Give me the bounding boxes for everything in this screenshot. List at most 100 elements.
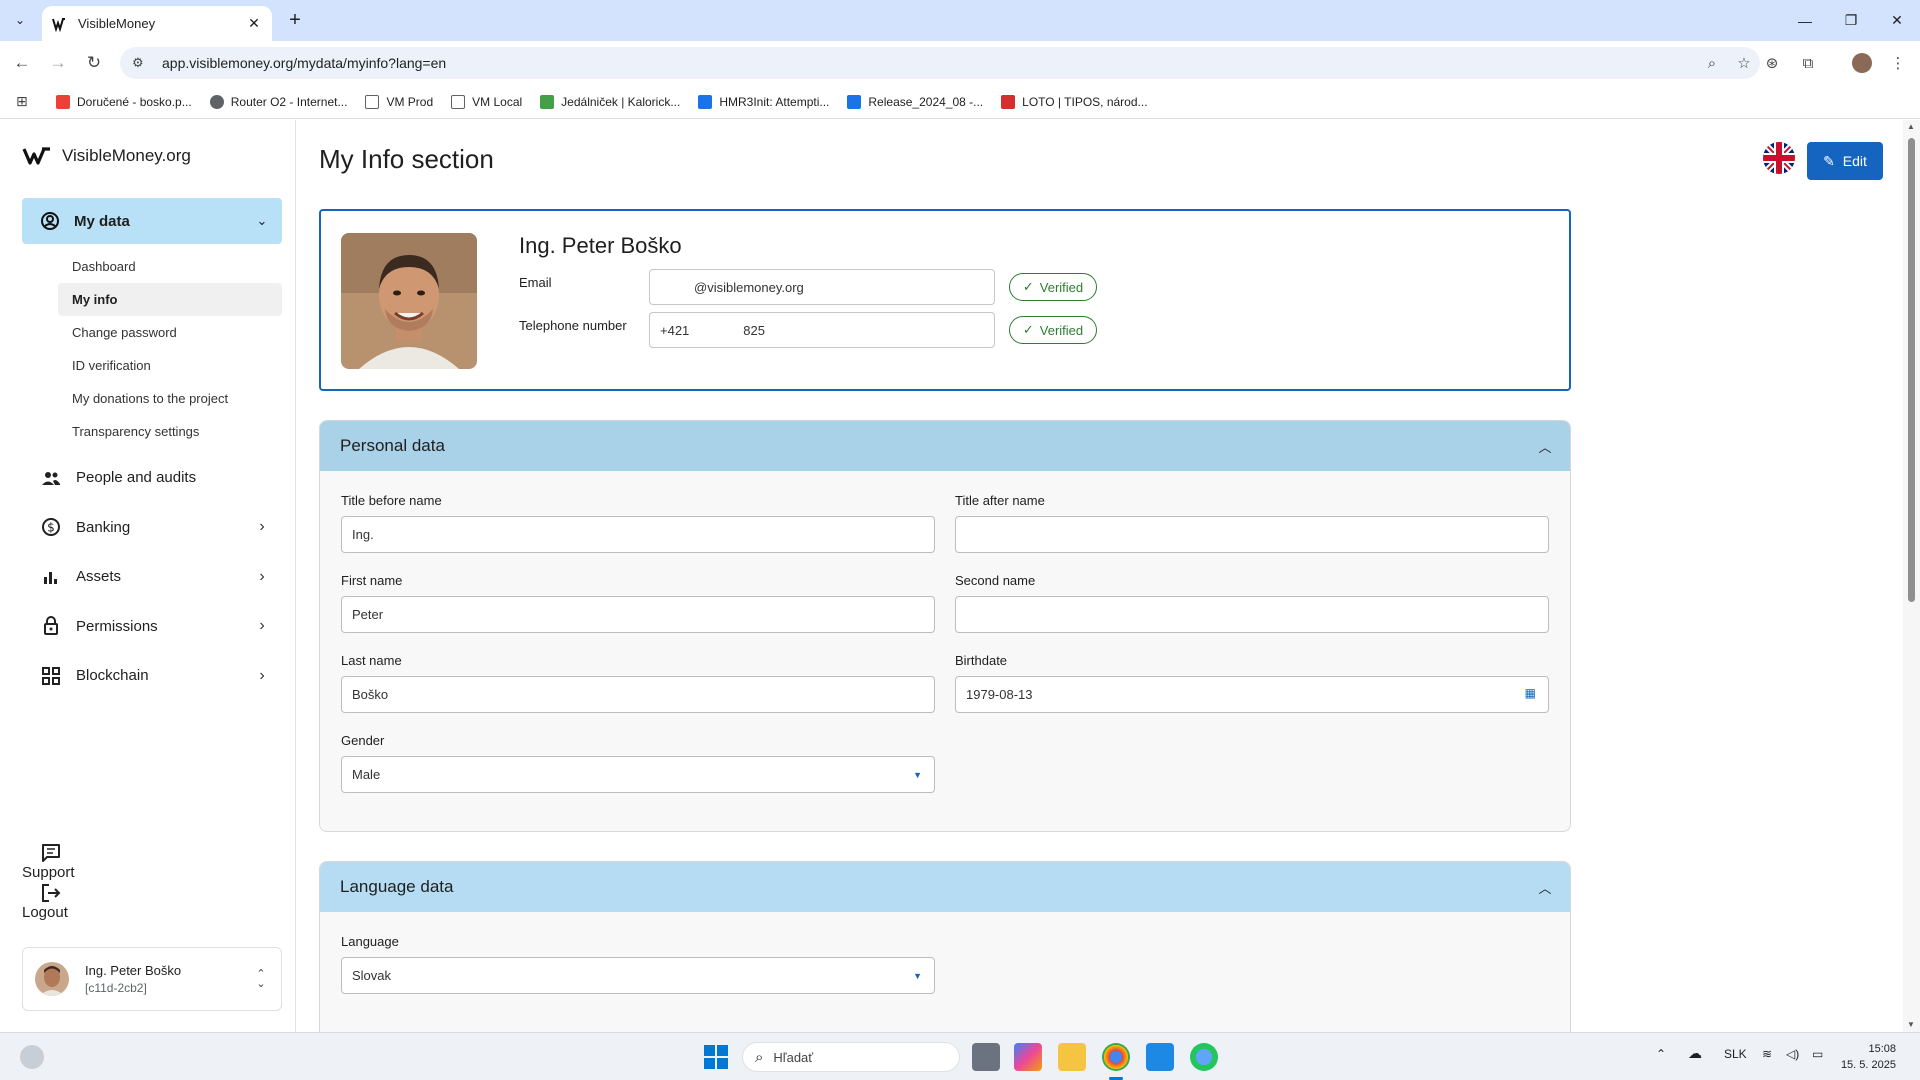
gender-label: Gender [341, 733, 385, 748]
task-view-icon[interactable] [972, 1043, 1000, 1071]
email-field[interactable]: @visiblemoney.org [649, 269, 995, 305]
nav-support[interactable]: Support [22, 842, 282, 882]
forward-arrow-icon[interactable]: → [46, 51, 70, 75]
scrollbar-thumb[interactable] [1908, 138, 1915, 602]
extension-icon[interactable]: ⊛ [1760, 51, 1784, 75]
browser-menu-icon[interactable]: ⋮ [1886, 51, 1910, 75]
file-explorer-icon[interactable] [1058, 1043, 1086, 1071]
first-name-input[interactable]: Peter [341, 596, 935, 633]
browser-tab[interactable]: VisibleMoney ✕ [42, 6, 272, 41]
birthdate-input[interactable]: 1979-08-13 ▦ [955, 676, 1549, 713]
minimize-icon[interactable]: — [1782, 0, 1828, 41]
email-label: Email [519, 275, 552, 290]
scroll-up-arrow-icon[interactable]: ▲ [1907, 122, 1915, 131]
gender-select[interactable]: Male ▼ [341, 756, 935, 793]
subnav-my-donations[interactable]: My donations to the project [58, 382, 282, 415]
bookmark-item[interactable]: Doručené - bosko.p... [56, 94, 192, 109]
language-data-title: Language data [340, 877, 454, 896]
bookmark-item[interactable]: Router O2 - Internet... [209, 94, 347, 109]
apps-grid-icon[interactable]: ⊞ [16, 93, 36, 110]
bookmark-item[interactable]: HMR3Init: Attempti... [698, 94, 829, 109]
subnav-my-info[interactable]: My info [58, 283, 282, 316]
windows-start-icon[interactable] [704, 1045, 728, 1069]
nav-blockchain[interactable]: Blockchain › [22, 651, 282, 701]
extensions-puzzle-icon[interactable]: ⧉ [1796, 51, 1820, 75]
bookmarks-bar: ⊞ Doručené - bosko.p... Router O2 - Inte… [0, 85, 1920, 119]
second-name-input[interactable] [955, 596, 1549, 633]
chevron-up-icon[interactable]: ︿ [1520, 878, 1570, 897]
weather-widget-icon[interactable] [20, 1045, 44, 1069]
visiblemoney-favicon-icon [52, 17, 65, 32]
title-before-label: Title before name [341, 493, 442, 508]
title-after-input[interactable] [955, 516, 1549, 553]
bookmark-star-icon[interactable]: ☆ [1728, 54, 1760, 72]
nav-banking[interactable]: $ Banking › [22, 503, 282, 553]
chrome-icon[interactable] [1102, 1043, 1130, 1071]
subnav-id-verification[interactable]: ID verification [58, 349, 282, 382]
browser-toolbar: ← → ↻ ⚙ app.visiblemoney.org/mydata/myin… [0, 41, 1920, 85]
chevron-right-icon: › [259, 617, 265, 635]
dropdown-arrow-icon: ▼ [913, 770, 922, 780]
user-switcher[interactable]: Ing. Peter Boško [c11d-2cb2] ⌃ ⌄ [22, 947, 282, 1011]
brand[interactable]: VisibleMoney.org [22, 146, 191, 166]
window-close-icon[interactable]: ✕ [1874, 0, 1920, 41]
language-select[interactable]: Slovak ▼ [341, 957, 935, 994]
page-scrollbar[interactable]: ▲ ▼ [1903, 120, 1920, 1032]
telephone-field[interactable]: +421 825 [649, 312, 995, 348]
uk-flag-language-icon[interactable] [1763, 142, 1795, 174]
tab-close-icon[interactable]: ✕ [246, 15, 262, 32]
email-verified-badge: ✓ Verified [1009, 273, 1097, 301]
keyboard-language[interactable]: SLK [1724, 1047, 1747, 1061]
avatar [35, 962, 69, 996]
bookmark-item[interactable]: Release_2024_08 -... [847, 94, 983, 109]
bookmark-item[interactable]: LOTO | TIPOS, národ... [1001, 94, 1148, 109]
copilot-icon[interactable] [1014, 1043, 1042, 1071]
scroll-down-arrow-icon[interactable]: ▼ [1907, 1020, 1915, 1029]
reload-icon[interactable]: ↻ [82, 51, 106, 75]
back-arrow-icon[interactable]: ← [10, 51, 34, 75]
bookmark-folder[interactable]: VM Local [451, 94, 522, 109]
address-bar[interactable]: ⚙ app.visiblemoney.org/mydata/myinfo?lan… [120, 47, 1760, 79]
language-data-panel: Language data ︿ Language Slovak ▼ [319, 861, 1571, 1032]
page-title: My Info section [319, 144, 494, 174]
main-content: My Info section ✎ Edit Ing. Peter Boško … [297, 120, 1903, 1032]
last-name-input[interactable]: Boško [341, 676, 935, 713]
language-data-header[interactable]: Language data ︿ [320, 862, 1570, 912]
window-controls: — ❐ ✕ [1782, 0, 1920, 41]
subnav-dashboard[interactable]: Dashboard [58, 250, 282, 283]
browser-globe-icon[interactable] [1190, 1043, 1218, 1071]
nav-people-and-audits[interactable]: People and audits [22, 453, 282, 503]
new-tab-plus-icon[interactable]: + [283, 9, 307, 33]
battery-icon[interactable]: ▭ [1812, 1047, 1823, 1061]
tray-overflow-chevron-icon[interactable]: ⌃ [1656, 1047, 1666, 1061]
nav-assets[interactable]: Assets › [22, 552, 282, 602]
url-text[interactable]: app.visiblemoney.org/mydata/myinfo?lang=… [162, 55, 1696, 71]
volume-icon[interactable]: ◁) [1786, 1047, 1799, 1061]
phone-prefix: +421 [660, 322, 690, 338]
zoom-icon[interactable]: ⌕ [1696, 55, 1728, 72]
bookmark-item[interactable]: Jedálniček | Kalorick... [540, 94, 680, 109]
subnav-transparency-settings[interactable]: Transparency settings [58, 415, 282, 448]
calendar-icon[interactable]: ▦ [1525, 686, 1536, 700]
profile-avatar-icon[interactable] [1850, 51, 1874, 75]
browser-tabbar: ⌄ VisibleMoney ✕ + — ❐ ✕ [0, 0, 1920, 41]
bookmark-folder[interactable]: VM Prod [365, 94, 433, 109]
tab-list-chevron-icon[interactable]: ⌄ [8, 8, 32, 32]
restore-icon[interactable]: ❐ [1828, 0, 1874, 41]
onedrive-cloud-icon[interactable]: ☁ [1688, 1045, 1702, 1062]
tab-title: VisibleMoney [78, 16, 156, 31]
taskbar: ⌕ Hľadať ⌃ ☁ SLK ≋ ◁) ▭ 15:08 15. 5. 202… [0, 1032, 1920, 1080]
chevron-up-icon[interactable]: ︿ [1520, 437, 1570, 456]
personal-data-header[interactable]: Personal data ︿ [320, 421, 1570, 471]
title-before-input[interactable]: Ing. [341, 516, 935, 553]
notepad-icon[interactable] [1146, 1043, 1174, 1071]
edit-button[interactable]: ✎ Edit [1807, 142, 1883, 180]
clock[interactable]: 15:08 15. 5. 2025 [1836, 1041, 1896, 1073]
subnav-change-password[interactable]: Change password [58, 316, 282, 349]
site-info-icon[interactable]: ⚙ [132, 55, 156, 71]
nav-logout[interactable]: Logout [22, 882, 282, 922]
taskbar-search[interactable]: ⌕ Hľadať [742, 1042, 960, 1072]
nav-my-data[interactable]: My data ⌄ [22, 198, 282, 244]
wifi-icon[interactable]: ≋ [1762, 1047, 1772, 1061]
nav-permissions[interactable]: Permissions › [22, 602, 282, 652]
